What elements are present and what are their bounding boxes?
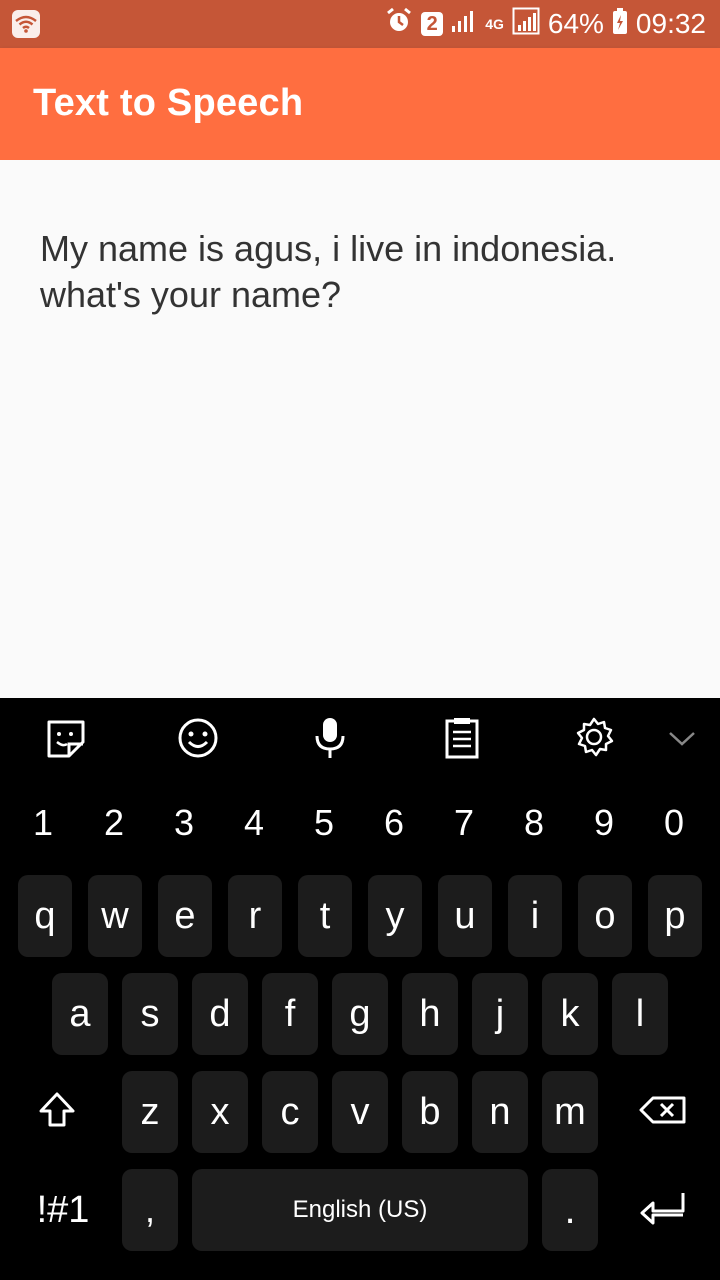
key-m[interactable]: m: [542, 1071, 598, 1153]
key-9[interactable]: 9: [579, 802, 629, 844]
key-6[interactable]: 6: [369, 802, 419, 844]
microphone-icon[interactable]: [308, 716, 352, 760]
key-j[interactable]: j: [472, 973, 528, 1055]
key-c[interactable]: c: [262, 1071, 318, 1153]
key-o[interactable]: o: [578, 875, 632, 957]
app-bar: Text to Speech: [0, 48, 720, 160]
sticker-icon[interactable]: [44, 716, 88, 760]
signal-icon: [451, 8, 477, 40]
key-8[interactable]: 8: [509, 802, 559, 844]
key-s[interactable]: s: [122, 973, 178, 1055]
key-q[interactable]: q: [18, 875, 72, 957]
period-key[interactable]: .: [542, 1169, 598, 1251]
soft-keyboard: 1 2 3 4 5 6 7 8 9 0 q w e r t y u i o p …: [0, 698, 720, 1280]
key-d[interactable]: d: [192, 973, 248, 1055]
key-l[interactable]: l: [612, 973, 668, 1055]
key-z[interactable]: z: [122, 1071, 178, 1153]
key-b[interactable]: b: [402, 1071, 458, 1153]
battery-percent: 64%: [547, 8, 604, 39]
battery-icon: [612, 7, 628, 42]
sim-slot-badge: 2: [421, 12, 444, 36]
key-1[interactable]: 1: [18, 802, 68, 844]
app-title: Text to Speech: [33, 82, 304, 124]
backspace-key[interactable]: [626, 1071, 700, 1153]
alarm-icon: [385, 7, 413, 42]
emoji-icon[interactable]: [176, 716, 220, 760]
key-t[interactable]: t: [298, 875, 352, 957]
key-v[interactable]: v: [332, 1071, 388, 1153]
key-4[interactable]: 4: [229, 802, 279, 844]
key-f[interactable]: f: [262, 973, 318, 1055]
key-5[interactable]: 5: [299, 802, 349, 844]
clipboard-icon[interactable]: [440, 716, 484, 760]
key-i[interactable]: i: [508, 875, 562, 957]
key-p[interactable]: p: [648, 875, 702, 957]
status-bar: 2 4G 64% 09:32: [0, 0, 720, 48]
signal-icon-2: [512, 7, 540, 42]
shift-key[interactable]: [22, 1071, 92, 1153]
key-0[interactable]: 0: [649, 802, 699, 844]
key-e[interactable]: e: [158, 875, 212, 957]
number-row: 1 2 3 4 5 6 7 8 9 0: [0, 802, 720, 852]
wifi-icon: [12, 10, 40, 38]
key-x[interactable]: x: [192, 1071, 248, 1153]
chevron-down-icon[interactable]: [660, 716, 704, 760]
key-w[interactable]: w: [88, 875, 142, 957]
space-key[interactable]: English (US): [192, 1169, 528, 1251]
clock: 09:32: [635, 8, 706, 39]
key-g[interactable]: g: [332, 973, 388, 1055]
key-y[interactable]: y: [368, 875, 422, 957]
key-a[interactable]: a: [52, 973, 108, 1055]
comma-key[interactable]: ,: [122, 1169, 178, 1251]
key-n[interactable]: n: [472, 1071, 528, 1153]
key-7[interactable]: 7: [439, 802, 489, 844]
backspace-icon: [639, 1095, 687, 1130]
main-content: My name is agus, i live in indonesia. wh…: [0, 160, 720, 826]
network-type: 4G: [485, 16, 504, 32]
key-k[interactable]: k: [542, 973, 598, 1055]
enter-icon: [639, 1191, 687, 1230]
symbols-key[interactable]: !#1: [18, 1169, 108, 1251]
key-2[interactable]: 2: [89, 802, 139, 844]
enter-key[interactable]: [626, 1169, 700, 1251]
key-r[interactable]: r: [228, 875, 282, 957]
key-3[interactable]: 3: [159, 802, 209, 844]
settings-icon[interactable]: [572, 716, 616, 760]
shift-icon: [37, 1090, 77, 1135]
text-input[interactable]: My name is agus, i live in indonesia. wh…: [40, 226, 690, 318]
key-u[interactable]: u: [438, 875, 492, 957]
keyboard-toolbar: [0, 698, 720, 782]
key-h[interactable]: h: [402, 973, 458, 1055]
